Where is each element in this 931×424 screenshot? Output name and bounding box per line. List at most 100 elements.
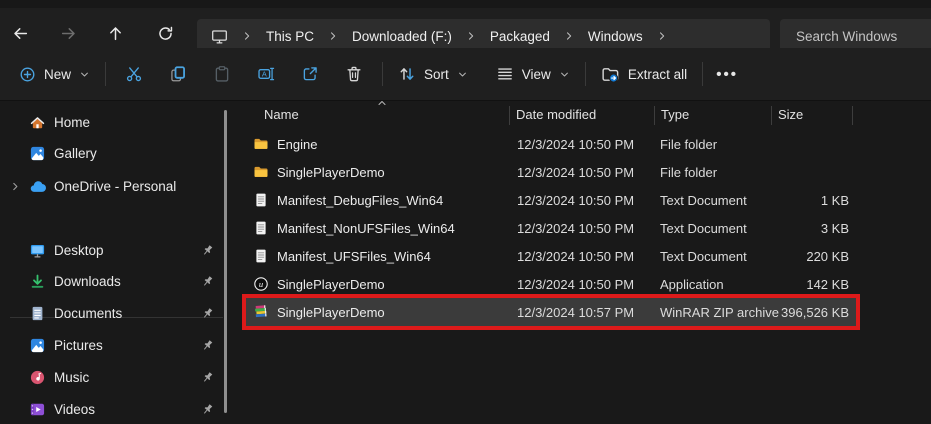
view-icon xyxy=(496,65,514,83)
trash-icon xyxy=(345,65,363,83)
toolbar-divider xyxy=(702,62,703,86)
column-separator[interactable] xyxy=(852,106,853,125)
file-date: 12/3/2024 10:50 PM xyxy=(517,165,634,180)
chevron-down-icon xyxy=(457,69,468,80)
back-button[interactable] xyxy=(5,18,35,48)
file-list-pane: Name Date modified Type Size Engine 12/3… xyxy=(240,101,931,415)
new-button-label: New xyxy=(44,67,71,82)
sidebar-item-pictures[interactable]: Pictures xyxy=(0,330,222,360)
search-input[interactable] xyxy=(796,29,924,44)
file-name: Manifest_NonUFSFiles_Win64 xyxy=(277,221,455,236)
circle-plus-icon xyxy=(19,66,36,83)
sidebar-item-documents[interactable]: Documents xyxy=(0,298,222,328)
file-row[interactable]: Manifest_UFSFiles_Win64 12/3/2024 10:50 … xyxy=(242,242,858,270)
pin-icon xyxy=(200,370,215,385)
chevron-right-icon[interactable] xyxy=(241,30,253,42)
sidebar-item-downloads[interactable]: Downloads xyxy=(0,266,222,296)
sidebar-item-desktop[interactable]: Desktop xyxy=(0,235,222,265)
documents-icon xyxy=(29,305,46,322)
breadcrumb-item-drive[interactable]: Downloaded (F:) xyxy=(352,29,452,44)
column-header-name[interactable]: Name xyxy=(264,107,299,122)
sidebar-item-gallery[interactable]: Gallery xyxy=(0,138,222,168)
text-doc-icon xyxy=(253,248,269,264)
gallery-icon xyxy=(29,145,46,162)
column-separator[interactable] xyxy=(509,106,510,125)
sidebar-item-videos[interactable]: Videos xyxy=(0,394,222,424)
chevron-right-icon[interactable] xyxy=(465,30,477,42)
pictures-icon xyxy=(29,337,46,354)
pin-icon xyxy=(200,338,215,353)
paste-icon xyxy=(213,65,231,83)
sidebar-item-music[interactable]: Music xyxy=(0,362,222,392)
desktop-icon xyxy=(29,242,46,259)
refresh-button[interactable] xyxy=(150,18,180,48)
sort-button[interactable]: Sort xyxy=(389,56,477,92)
back-arrow-icon xyxy=(12,25,29,42)
file-row[interactable]: Manifest_NonUFSFiles_Win64 12/3/2024 10:… xyxy=(242,214,858,242)
forward-button[interactable] xyxy=(53,18,83,48)
extract-all-icon xyxy=(601,65,620,84)
breadcrumb-item-packaged[interactable]: Packaged xyxy=(490,29,550,44)
breadcrumb-item-this-pc[interactable]: This PC xyxy=(266,29,314,44)
file-size: 1 KB xyxy=(712,193,849,208)
cut-button[interactable] xyxy=(112,56,156,92)
sidebar-item-onedrive[interactable]: OneDrive - Personal xyxy=(0,171,222,201)
onedrive-icon xyxy=(29,178,46,195)
file-name: Engine xyxy=(277,137,317,152)
column-header-size[interactable]: Size xyxy=(778,107,803,122)
view-button-label: View xyxy=(522,67,551,82)
delete-button[interactable] xyxy=(332,56,376,92)
file-name: Manifest_DebugFiles_Win64 xyxy=(277,193,443,208)
copy-button[interactable] xyxy=(156,56,200,92)
refresh-icon xyxy=(157,25,174,42)
chevron-down-icon xyxy=(559,69,570,80)
file-row-selected[interactable]: SinglePlayerDemo 12/3/2024 10:57 PM WinR… xyxy=(242,298,858,326)
file-date: 12/3/2024 10:50 PM xyxy=(517,221,634,236)
column-header-row: Name Date modified Type Size xyxy=(240,103,931,127)
folder-icon xyxy=(253,136,269,152)
file-row[interactable]: Engine 12/3/2024 10:50 PM File folder xyxy=(242,130,858,158)
file-type: File folder xyxy=(660,137,717,152)
file-date: 12/3/2024 10:50 PM xyxy=(517,249,634,264)
sidebar-scrollbar[interactable] xyxy=(224,110,227,413)
pin-icon xyxy=(200,274,215,289)
paste-button[interactable] xyxy=(200,56,244,92)
file-size: 3 KB xyxy=(712,221,849,236)
column-separator[interactable] xyxy=(654,106,655,125)
sidebar-item-home[interactable]: Home xyxy=(0,107,222,137)
sort-button-label: Sort xyxy=(424,67,449,82)
file-name: SinglePlayerDemo xyxy=(277,165,385,180)
file-row[interactable]: SinglePlayerDemo 12/3/2024 10:50 PM File… xyxy=(242,158,858,186)
file-date: 12/3/2024 10:50 PM xyxy=(517,277,634,292)
file-size: 396,526 KB xyxy=(712,305,849,320)
up-button[interactable] xyxy=(100,18,130,48)
column-separator[interactable] xyxy=(771,106,772,125)
chevron-right-icon[interactable] xyxy=(563,30,575,42)
column-header-date[interactable]: Date modified xyxy=(516,107,596,122)
chevron-right-icon[interactable] xyxy=(327,30,339,42)
share-button[interactable] xyxy=(288,56,332,92)
share-icon xyxy=(301,65,319,83)
sidebar-item-label: Gallery xyxy=(54,146,97,161)
chevron-right-icon[interactable] xyxy=(656,30,668,42)
extract-all-button[interactable]: Extract all xyxy=(592,56,696,92)
rename-button[interactable]: A xyxy=(244,56,288,92)
text-doc-icon xyxy=(253,192,269,208)
breadcrumb-item-windows[interactable]: Windows xyxy=(588,29,643,44)
see-more-button[interactable]: ••• xyxy=(709,56,745,92)
file-row[interactable]: Manifest_DebugFiles_Win64 12/3/2024 10:5… xyxy=(242,186,858,214)
file-type: File folder xyxy=(660,165,717,180)
sidebar-item-label: Music xyxy=(54,370,89,385)
svg-text:u: u xyxy=(259,279,263,289)
new-button[interactable]: New xyxy=(10,56,99,92)
navigation-pane: Home Gallery OneDrive - Personal Desktop… xyxy=(0,101,233,415)
column-header-type[interactable]: Type xyxy=(661,107,689,122)
file-size: 220 KB xyxy=(712,249,849,264)
pin-icon xyxy=(200,306,215,321)
expand-chevron-icon[interactable] xyxy=(8,181,22,192)
view-button[interactable]: View xyxy=(487,56,579,92)
file-row[interactable]: u SinglePlayerDemo 12/3/2024 10:50 PM Ap… xyxy=(242,270,858,298)
file-date: 12/3/2024 10:57 PM xyxy=(517,305,634,320)
sidebar-item-label: Videos xyxy=(54,402,95,417)
sidebar-item-label: Desktop xyxy=(54,243,104,258)
